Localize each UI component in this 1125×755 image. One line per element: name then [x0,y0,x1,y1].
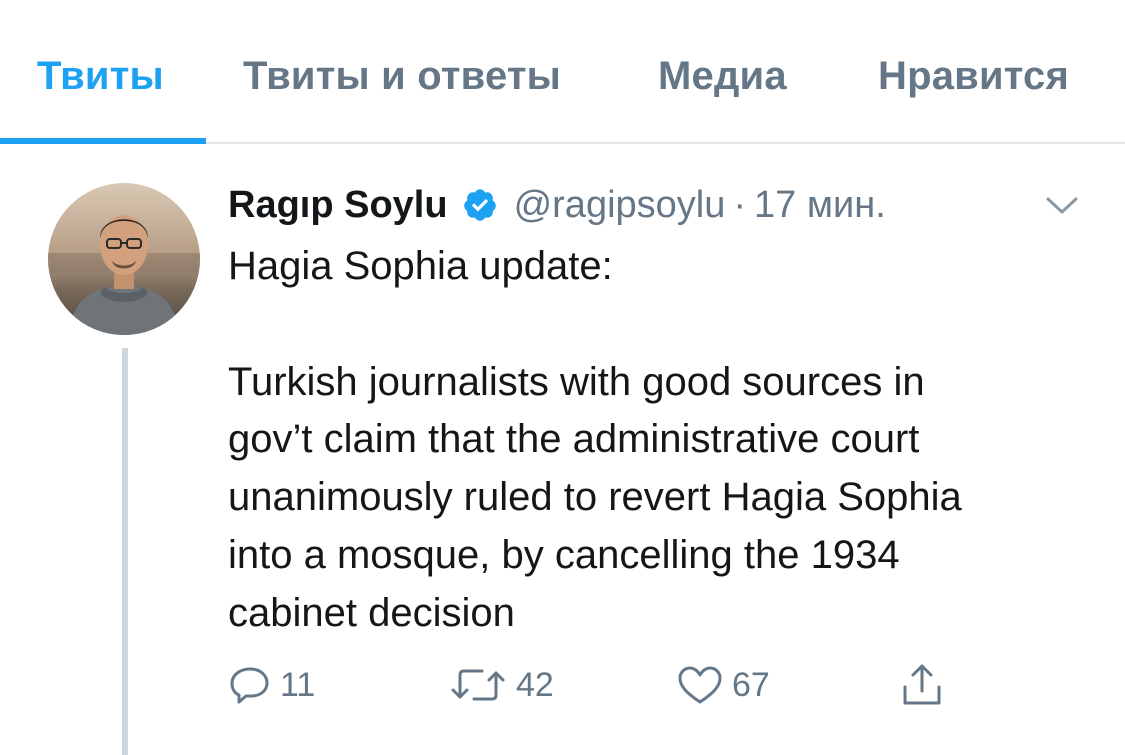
profile-tabs: Твиты Твиты и ответы Медиа Нравится [0,0,1125,144]
avatar[interactable] [48,183,200,335]
author-handle[interactable]: @ragipsoylu [514,184,726,227]
like-count: 67 [732,665,770,704]
share-icon [903,664,941,705]
profile-timeline: Твиты Твиты и ответы Медиа Нравится Ragı… [0,0,1125,755]
retweet-icon [451,669,505,701]
tab-likes[interactable]: Нравится [878,54,1069,104]
share-button[interactable] [898,660,946,710]
retweet-count: 42 [516,665,554,704]
avatar-photo [48,183,200,335]
active-tab-indicator [0,138,206,144]
header-separator: · [733,183,747,226]
tweet-header: Ragıp Soylu @ragipsoylu · 17 мин. [228,180,886,230]
tweet-timestamp[interactable]: 17 мин. [754,184,886,227]
like-button[interactable]: 67 [676,660,770,710]
verified-badge-icon [463,189,496,221]
tab-tweets-and-replies[interactable]: Твиты и ответы [243,54,561,104]
tab-tweets[interactable]: Твиты [37,54,164,104]
heart-icon [678,666,722,704]
chevron-down-icon[interactable] [1044,190,1080,220]
tweet-text: Hagia Sophia update: Turkish journalists… [228,244,962,635]
reply-button[interactable]: 11 [228,660,315,710]
thread-line [122,348,128,755]
retweet-button[interactable]: 42 [448,660,554,710]
reply-icon [230,667,269,704]
reply-count: 11 [280,665,316,704]
tab-media[interactable]: Медиа [658,54,787,104]
author-name[interactable]: Ragıp Soylu [228,184,448,227]
